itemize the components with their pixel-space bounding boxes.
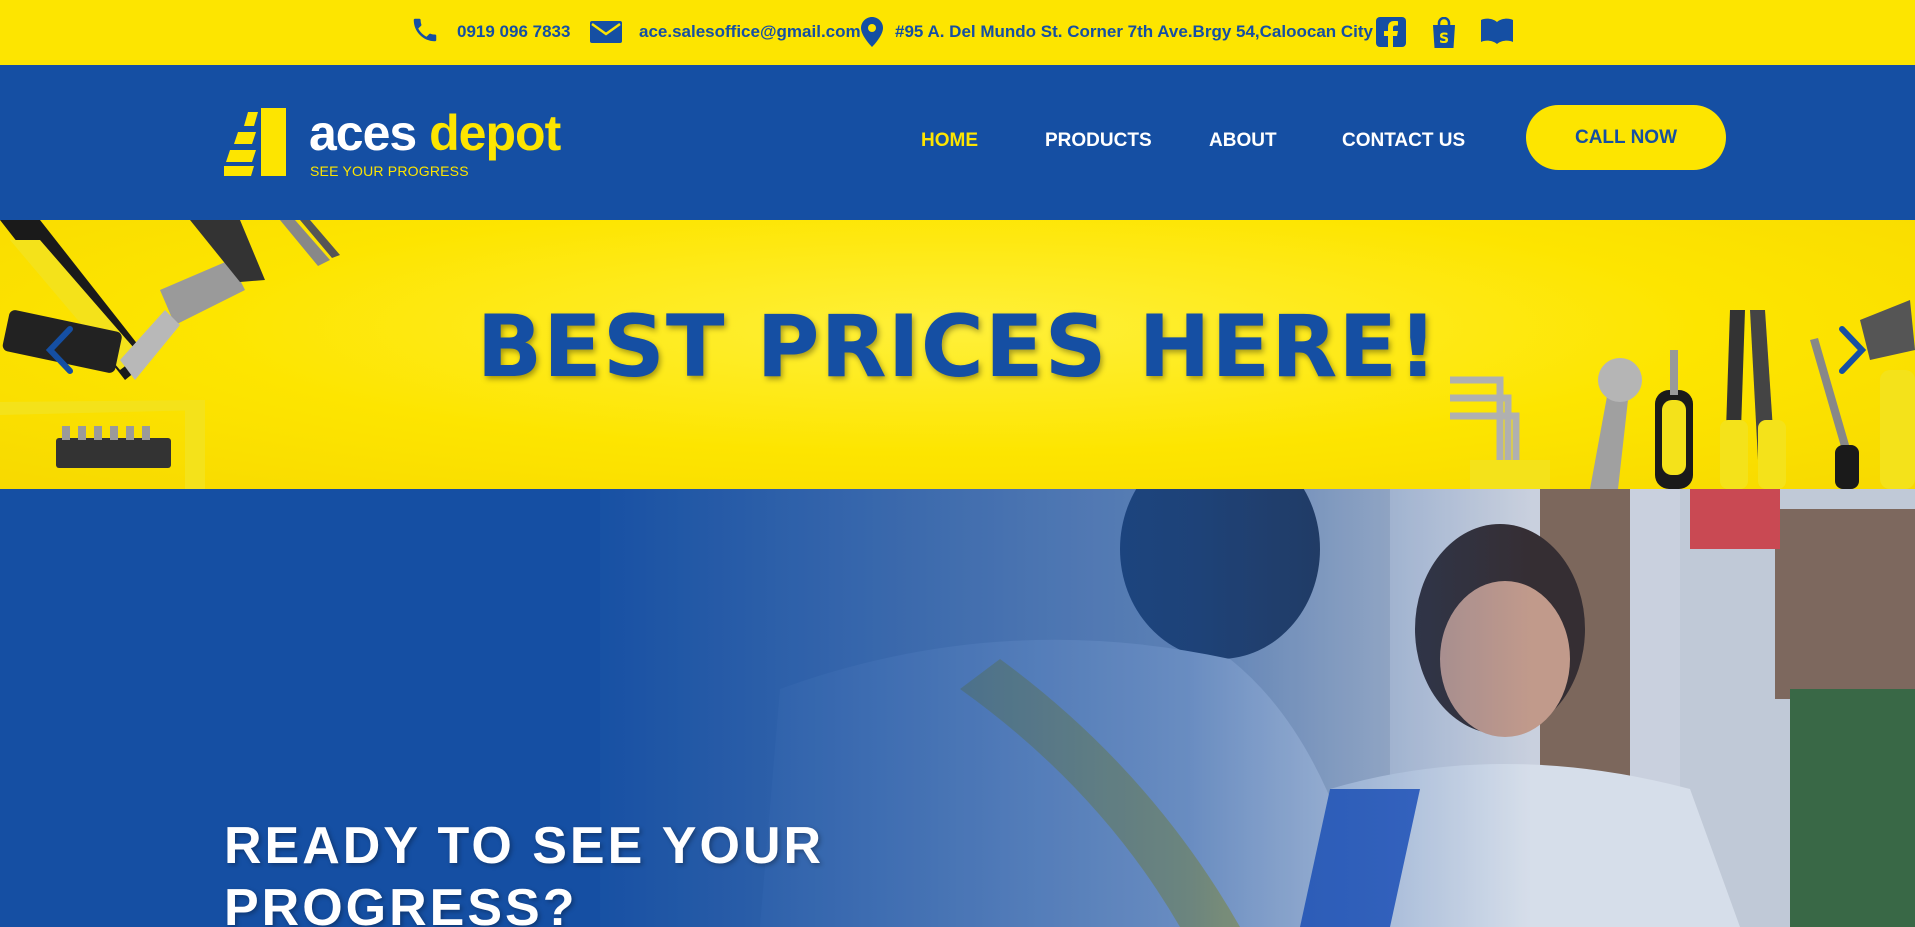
nav-contact-us[interactable]: CONTACT US — [1342, 130, 1465, 152]
book-icon[interactable] — [1480, 17, 1514, 50]
phone-number-link[interactable]: 0919 096 7833 — [457, 22, 570, 42]
shop-bag-icon[interactable]: S — [1430, 16, 1458, 54]
mail-icon — [590, 21, 622, 48]
hero-title: READY TO SEE YOUR PROGRESS? — [224, 817, 825, 927]
svg-text:S: S — [1439, 31, 1449, 47]
nav-home[interactable]: HOME — [921, 130, 978, 152]
promo-banner: BEST PRICES HERE! — [0, 220, 1915, 489]
logo-wordmark[interactable]: aces depot — [309, 105, 561, 161]
slider-next-arrow-icon[interactable] — [1838, 325, 1868, 380]
address-text: #95 A. Del Mundo St. Corner 7th Ave.Brgy… — [895, 22, 1373, 41]
logo-tagline: SEE YOUR PROGRESS — [310, 163, 469, 179]
nav-about[interactable]: ABOUT — [1209, 130, 1277, 152]
email-link[interactable]: ace.salesoffice@gmail.com — [639, 22, 861, 42]
phone-icon — [410, 14, 440, 51]
facebook-icon[interactable] — [1376, 17, 1406, 52]
nav-products[interactable]: PRODUCTS — [1045, 130, 1152, 152]
logo-word-aces: aces — [309, 105, 417, 161]
hero-section: READY TO SEE YOUR PROGRESS? — [0, 489, 1915, 927]
location-pin-icon — [861, 17, 883, 52]
logo-mark-icon[interactable] — [224, 108, 288, 183]
call-now-button[interactable]: CALL NOW — [1526, 105, 1726, 170]
logo-word-depot: depot — [429, 105, 561, 161]
slider-prev-arrow-icon[interactable] — [44, 325, 74, 380]
banner-title: BEST PRICES HERE! — [476, 297, 1439, 397]
